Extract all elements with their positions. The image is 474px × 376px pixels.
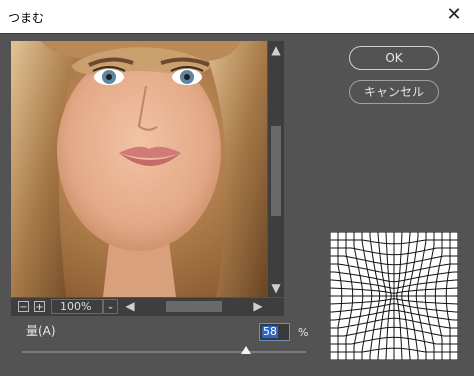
horizontal-scroll-thumb[interactable] — [166, 301, 222, 312]
title-bar: つまむ ✕ — [0, 0, 474, 33]
scroll-up-arrow-icon[interactable]: ▲ — [268, 43, 284, 57]
cancel-button[interactable]: キャンセル — [349, 80, 439, 104]
close-icon[interactable]: ✕ — [444, 5, 464, 25]
title-divider — [0, 33, 474, 34]
zoom-in-icon[interactable]: + — [34, 301, 45, 313]
scroll-down-arrow-icon[interactable]: ▼ — [268, 281, 284, 295]
scroll-right-arrow-icon[interactable]: ▶ — [251, 299, 265, 314]
amount-slider-track[interactable] — [22, 351, 306, 353]
window-title: つまむ — [8, 11, 45, 25]
amount-unit: % — [298, 326, 309, 339]
scroll-left-arrow-icon[interactable]: ◀ — [123, 299, 137, 314]
face-portrait-photo — [11, 41, 267, 297]
preview-vertical-scrollbar[interactable]: ▲ ▼ — [268, 41, 284, 297]
pinch-distortion-grid-icon — [329, 231, 459, 361]
preview-bottom-bar: − + 100% ⌄ ◀ ▶ — [11, 298, 284, 316]
amount-input[interactable]: 58 — [259, 323, 290, 341]
amount-slider-thumb[interactable] — [241, 346, 252, 354]
zoom-out-icon[interactable]: − — [18, 301, 29, 313]
zoom-dropdown-icon[interactable]: ⌄ — [103, 299, 118, 314]
ok-button[interactable]: OK — [349, 46, 439, 70]
vertical-scroll-thumb[interactable] — [271, 126, 281, 216]
amount-value[interactable]: 58 — [262, 326, 278, 338]
preview-image[interactable] — [11, 41, 267, 297]
amount-label: 量(A) — [26, 324, 56, 338]
zoom-level-field[interactable]: 100% — [51, 299, 103, 314]
